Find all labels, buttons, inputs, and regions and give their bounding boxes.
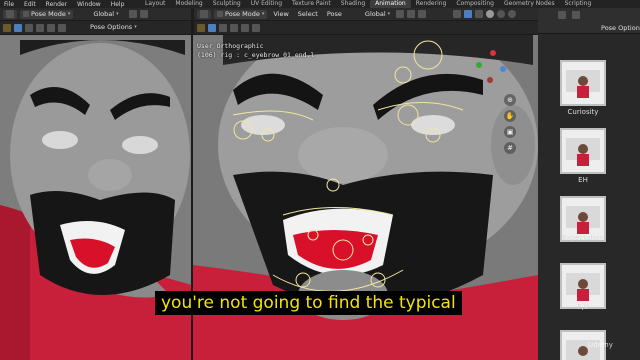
left-pose-options-button[interactable]: Pose Options ▾ — [87, 23, 140, 32]
cursor-tool-icon[interactable] — [3, 23, 11, 32]
video-subtitle: you're not going to find the typical — [155, 291, 462, 315]
pose-preview-image — [562, 130, 604, 172]
select-invert-icon[interactable] — [58, 23, 66, 32]
view-name-label: User Orthographic — [197, 42, 264, 50]
menu-help[interactable]: Help — [111, 1, 125, 8]
select-invert-icon[interactable] — [252, 23, 260, 32]
chevron-down-icon: ▾ — [116, 10, 119, 17]
zoom-icon[interactable]: ⊕ — [504, 94, 516, 106]
sidebar-pose-options-label: Pose Options — [601, 24, 640, 32]
left-editor-type-button[interactable] — [3, 9, 17, 19]
select-box-icon[interactable] — [14, 23, 22, 32]
snap-icon[interactable] — [139, 10, 148, 18]
left-viewport-tool-header: Pose Options ▾ — [0, 21, 191, 35]
menu-file[interactable]: File — [4, 1, 14, 8]
grid-icon — [6, 10, 14, 18]
pan-hand-icon[interactable]: ✋ — [504, 110, 516, 122]
visibility-icon[interactable] — [453, 10, 462, 18]
pose-thumbnail-curiosity[interactable] — [560, 60, 606, 106]
select-subtract-icon[interactable] — [241, 23, 249, 32]
pose-mode-icon — [217, 11, 223, 17]
gizmo-toggle-icon[interactable] — [464, 10, 473, 18]
tab-texture-paint[interactable]: Texture Paint — [287, 0, 336, 8]
pose-thumbnail-eh[interactable] — [560, 128, 606, 174]
shading-solid-icon[interactable] — [486, 10, 495, 18]
camera-icon[interactable]: ▣ — [504, 126, 516, 138]
chevron-down-icon: ▾ — [261, 10, 265, 17]
ortho-grid-icon[interactable]: # — [504, 142, 516, 154]
chevron-down-icon: ▾ — [134, 24, 137, 30]
watermark-label: Udemy — [588, 341, 613, 349]
tab-layout[interactable]: Layout — [140, 0, 170, 8]
pose-name: F,V — [577, 303, 589, 311]
sidebar-pose-options-button[interactable]: Pose Options ▾ — [598, 24, 640, 33]
left-orientation-label: Global — [93, 9, 115, 18]
left-viewport-header: Pose Mode ▾ Global ▾ — [0, 8, 191, 21]
pivot-icon[interactable] — [396, 10, 405, 18]
center-orientation-label: Global — [364, 9, 386, 18]
center-mode-dropdown[interactable]: Pose Mode ▾ — [214, 9, 268, 19]
center-orientation-dropdown[interactable]: Global ▾ — [362, 10, 393, 19]
center-editor-type-button[interactable] — [197, 9, 211, 19]
pose-name: Curiosity — [567, 108, 599, 116]
pose-preview-image — [562, 265, 604, 307]
tab-uv-editing[interactable]: UV Editing — [246, 0, 287, 8]
menu-view[interactable]: View — [270, 10, 291, 19]
pose-library-panel: Pose Options ▾ Curiosity EH Expectation — [538, 8, 640, 360]
select-extend-icon[interactable] — [230, 23, 238, 32]
tab-scripting[interactable]: Scripting — [560, 0, 597, 8]
tab-compositing[interactable]: Compositing — [451, 0, 499, 8]
menu-window[interactable]: Window — [77, 1, 101, 8]
left-orientation-dropdown[interactable]: Global ▾ — [90, 10, 121, 19]
tab-geometry-nodes[interactable]: Geometry Nodes — [499, 0, 560, 8]
pose-name: EH — [578, 176, 588, 184]
menu-render[interactable]: Render — [46, 1, 67, 8]
filter-icon[interactable] — [572, 11, 580, 19]
shading-rendered-icon[interactable] — [508, 10, 517, 18]
proportional-edit-icon[interactable] — [418, 10, 427, 18]
pose-name: Expectation — [562, 234, 604, 242]
left-mode-label: Pose Mode — [31, 9, 66, 18]
center-viewport-tool-header — [194, 21, 538, 35]
center-viewport-header: Pose Mode ▾ View Select Pose Global ▾ — [194, 8, 538, 21]
top-menu-bar: File Edit Render Window Help Layout Mode… — [0, 0, 640, 8]
menu-pose[interactable]: Pose — [324, 10, 345, 19]
pivot-icon[interactable] — [128, 10, 137, 18]
tab-shading[interactable]: Shading — [336, 0, 370, 8]
select-extend-icon[interactable] — [36, 23, 44, 32]
tab-rendering[interactable]: Rendering — [411, 0, 452, 8]
grid-icon — [200, 10, 208, 18]
overlay-icon[interactable] — [475, 10, 484, 18]
center-mode-label: Pose Mode — [225, 9, 260, 18]
pose-preview-image — [562, 62, 604, 104]
select-mode-icon[interactable] — [219, 23, 227, 32]
tab-modeling[interactable]: Modeling — [170, 0, 207, 8]
chevron-down-icon: ▾ — [387, 10, 391, 17]
snap-icon[interactable] — [407, 10, 416, 18]
menu-edit[interactable]: Edit — [24, 1, 36, 8]
tab-animation[interactable]: Animation — [370, 0, 411, 8]
visibility-icon[interactable] — [558, 11, 566, 19]
left-pose-options-label: Pose Options — [90, 23, 133, 31]
select-subtract-icon[interactable] — [47, 23, 55, 32]
pose-mode-icon — [23, 11, 29, 17]
cursor-tool-icon[interactable] — [197, 23, 205, 32]
select-box-icon[interactable] — [208, 23, 216, 32]
tab-sculpting[interactable]: Sculpting — [208, 0, 246, 8]
shading-material-icon[interactable] — [497, 10, 506, 18]
active-object-label: (106) rig : c_eyebrow_01_end.l — [197, 51, 315, 59]
menu-select[interactable]: Select — [295, 10, 321, 19]
chevron-down-icon: ▾ — [67, 10, 71, 17]
pose-library-header: Pose Options ▾ — [538, 8, 640, 34]
left-mode-dropdown[interactable]: Pose Mode ▾ — [20, 9, 74, 19]
select-mode-icon[interactable] — [25, 23, 33, 32]
